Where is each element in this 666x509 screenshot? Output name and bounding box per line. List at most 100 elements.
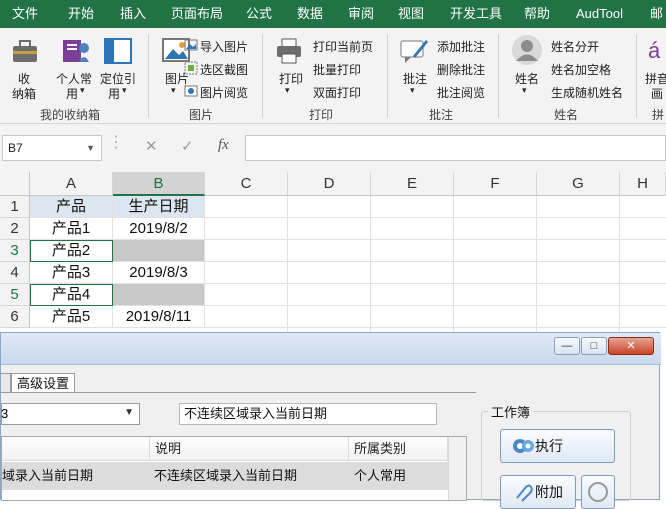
column-header-e[interactable]: E <box>371 172 454 196</box>
chevron-down-icon[interactable]: ▼ <box>86 136 95 160</box>
tab-insert[interactable]: 插入 <box>120 0 146 28</box>
row-header-4[interactable]: 4 <box>0 262 30 284</box>
comment-pen-icon[interactable] <box>399 36 429 71</box>
shoubox-btn2-line2[interactable]: 用 <box>66 85 78 102</box>
pinyin-icon[interactable]: á <box>648 38 660 64</box>
list-header-name[interactable] <box>2 437 150 461</box>
column-header-a[interactable]: A <box>30 172 113 196</box>
cell-a1[interactable]: 产品 <box>30 196 113 218</box>
cell-a2[interactable]: 产品1 <box>30 218 113 240</box>
list-item-category: 个人常用 <box>354 468 407 483</box>
column-header-b[interactable]: B <box>113 172 205 196</box>
column-header-g[interactable]: G <box>537 172 620 196</box>
tab-view[interactable]: 视图 <box>398 0 424 28</box>
cell-b3[interactable] <box>113 240 205 262</box>
tab-previous-partial[interactable] <box>1 373 11 393</box>
formula-bar-grip-icon: ⋮ <box>108 134 124 151</box>
name-box[interactable]: B7 ▼ <box>2 135 102 161</box>
row-header-5[interactable]: 5 <box>0 284 30 306</box>
tab-review[interactable]: 审阅 <box>348 0 374 28</box>
split-name-button[interactable]: 姓名分开 <box>551 38 599 55</box>
select-all-corner[interactable] <box>0 172 30 196</box>
print-current-page-button[interactable]: 打印当前页 <box>313 38 373 55</box>
column-header-c[interactable]: C <box>205 172 288 196</box>
duplex-print-button[interactable]: 双面打印 <box>313 84 361 101</box>
locate-reference-icon[interactable] <box>103 36 133 71</box>
print-big-label[interactable]: 打印 <box>279 70 303 87</box>
import-picture-button[interactable]: 导入图片 <box>200 38 248 55</box>
insert-function-icon[interactable]: fx <box>218 137 229 154</box>
picture-browse-button[interactable]: 图片阅览 <box>200 84 248 101</box>
tab-audtool[interactable]: AudTool <box>576 0 623 28</box>
toolbox-icon[interactable] <box>10 36 40 71</box>
row-header-6[interactable]: 6 <box>0 306 30 328</box>
close-button[interactable]: ✕ <box>608 337 654 355</box>
group-label-shoubox: 我的收纳箱 <box>40 108 101 122</box>
tab-home[interactable]: 开始 <box>68 0 94 28</box>
printer-icon[interactable] <box>274 36 304 71</box>
chevron-down-icon[interactable]: ▾ <box>171 85 176 96</box>
type-combo[interactable]: 3 ▼ <box>1 403 140 425</box>
cell-b4[interactable]: 2019/8/3 <box>113 262 205 284</box>
column-header-d[interactable]: D <box>288 172 371 196</box>
maximize-button[interactable]: □ <box>581 337 607 355</box>
list-header-description[interactable]: 说明 <box>150 437 349 461</box>
shoubox-btn3-line2[interactable]: 用 <box>108 85 120 102</box>
remove-button[interactable] <box>581 475 615 509</box>
shoubox-btn1-line2[interactable]: 纳箱 <box>12 85 36 102</box>
chevron-down-icon[interactable]: ▾ <box>522 85 527 96</box>
personal-common-icon[interactable] <box>61 36 91 71</box>
dialog-title-bar[interactable]: — □ ✕ <box>1 333 661 365</box>
empty-cells[interactable] <box>205 196 666 332</box>
cell-b1[interactable]: 生产日期 <box>113 196 205 218</box>
cell-a3[interactable]: 产品2 <box>30 240 113 262</box>
tab-data[interactable]: 数据 <box>297 0 323 28</box>
attach-button[interactable]: 附加 <box>500 475 576 509</box>
add-comment-button[interactable]: 添加批注 <box>437 38 485 55</box>
delete-comment-button[interactable]: 删除批注 <box>437 61 485 78</box>
tab-help[interactable]: 帮助 <box>524 0 550 28</box>
cell-b5[interactable] <box>113 284 205 306</box>
row-header-1[interactable]: 1 <box>0 196 30 218</box>
tab-advanced-settings[interactable]: 高级设置 <box>11 373 76 393</box>
chevron-down-icon[interactable]: ▾ <box>285 85 290 96</box>
workbook-groupbox-label: 工作簿 <box>488 402 534 421</box>
row-header-2[interactable]: 2 <box>0 218 30 240</box>
list-item[interactable]: 域录入当前日期 不连续区域录入当前日期 个人常用 <box>2 462 448 490</box>
list-header-category[interactable]: 所属类别 <box>349 437 448 461</box>
column-header-f[interactable]: F <box>454 172 537 196</box>
cell-a6[interactable]: 产品5 <box>30 306 113 328</box>
person-avatar-icon[interactable] <box>511 34 543 71</box>
chevron-down-icon[interactable]: ▾ <box>410 85 415 96</box>
batch-print-button[interactable]: 批量打印 <box>313 61 361 78</box>
execute-button[interactable]: 执行 <box>500 429 615 463</box>
range-screenshot-button[interactable]: 选区截图 <box>200 61 248 78</box>
cell-b6[interactable]: 2019/8/11 <box>113 306 205 328</box>
cell-a4[interactable]: 产品3 <box>30 262 113 284</box>
cell-b2[interactable]: 2019/8/2 <box>113 218 205 240</box>
random-name-button[interactable]: 生成随机姓名 <box>551 84 623 101</box>
comment-big-label[interactable]: 批注 <box>403 70 427 87</box>
name-add-space-button[interactable]: 姓名加空格 <box>551 61 611 78</box>
formula-input[interactable] <box>245 135 666 161</box>
chevron-down-icon[interactable]: ▾ <box>122 85 127 96</box>
name-big-label[interactable]: 姓名 <box>515 70 539 87</box>
chevron-down-icon[interactable]: ▼ <box>124 407 134 418</box>
description-input[interactable]: 不连续区域录入当前日期 <box>179 403 437 425</box>
browse-comment-button[interactable]: 批注阅览 <box>437 84 485 101</box>
cell-a5[interactable]: 产品4 <box>30 284 113 306</box>
tab-mail-partial[interactable]: 邮 <box>650 0 663 28</box>
pinyin-line2[interactable]: 画 <box>651 85 663 102</box>
row-header-3[interactable]: 3 <box>0 240 30 262</box>
cancel-icon[interactable]: ✕ <box>145 137 158 155</box>
confirm-icon[interactable]: ✓ <box>181 137 194 155</box>
minimize-button[interactable]: — <box>554 337 580 355</box>
tab-file[interactable]: 文件 <box>12 0 38 28</box>
tab-page-layout[interactable]: 页面布局 <box>171 0 223 28</box>
list-scrollbar[interactable] <box>448 437 466 500</box>
chevron-down-icon[interactable]: ▾ <box>80 85 85 96</box>
column-header-h[interactable]: H <box>620 172 666 196</box>
tab-formulas[interactable]: 公式 <box>246 0 272 28</box>
name-box-value: B7 <box>8 141 23 155</box>
tab-developer[interactable]: 开发工具 <box>450 0 502 28</box>
